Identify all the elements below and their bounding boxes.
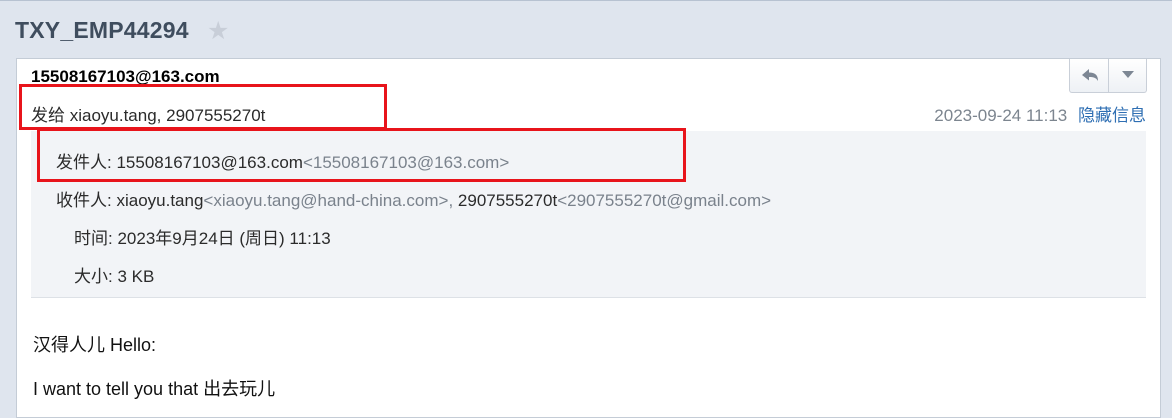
reply-icon [1082, 69, 1098, 81]
size-row: 大小: 3 KB [74, 262, 154, 287]
size-label: 大小: [74, 267, 113, 286]
to-address-2: <2907555270t@gmail.com> [557, 191, 772, 210]
from-name[interactable]: 15508167103@163.com [116, 153, 302, 172]
details-panel: 发件人: 15508167103@163.com<15508167103@163… [31, 131, 1146, 298]
star-icon[interactable]: ★ [207, 16, 229, 46]
sender-name: 15508167103@163.com [31, 67, 220, 86]
to-name-2[interactable]: 2907555270t [458, 191, 557, 210]
from-label: 发件人: [56, 153, 112, 172]
date-line: 2023-09-24 11:13 隐藏信息 [934, 101, 1146, 126]
time-row: 时间: 2023年9月24日 (周日) 11:13 [74, 224, 331, 249]
more-button[interactable] [1109, 59, 1147, 92]
recipients-summary: 发给 xiaoyu.tang, 2907555270t [31, 106, 266, 125]
hide-info-link[interactable]: 隐藏信息 [1078, 106, 1146, 125]
page-title: TXY_EMP44294 [15, 17, 189, 43]
to-row: 收件人: xiaoyu.tang<xiaoyu.tang@hand-china.… [56, 186, 771, 211]
from-row: 发件人: 15508167103@163.com<15508167103@163… [56, 148, 509, 173]
to-address-1: <xiaoyu.tang@hand-china.com>, [203, 191, 454, 210]
size-value: 3 KB [117, 267, 155, 286]
time-value: 2023年9月24日 (周日) 11:13 [117, 229, 331, 248]
reply-button[interactable] [1070, 59, 1109, 92]
sent-date: 2023-09-24 11:13 [934, 106, 1068, 125]
body-greeting: 汉得人儿 Hello: [33, 335, 157, 355]
chevron-down-icon [1122, 71, 1134, 78]
to-name-1[interactable]: xiaoyu.tang [116, 191, 203, 210]
time-label: 时间: [74, 229, 113, 248]
body-line: I want to tell you that 出去玩儿 [33, 379, 276, 399]
email-card: 15508167103@163.com 发给 xiaoyu.tang, 2907… [16, 58, 1161, 418]
to-label: 收件人: [56, 191, 112, 210]
from-address: <15508167103@163.com> [302, 153, 510, 172]
title-bar: TXY_EMP44294 ★ [0, 0, 1172, 59]
action-button-group [1069, 59, 1147, 93]
